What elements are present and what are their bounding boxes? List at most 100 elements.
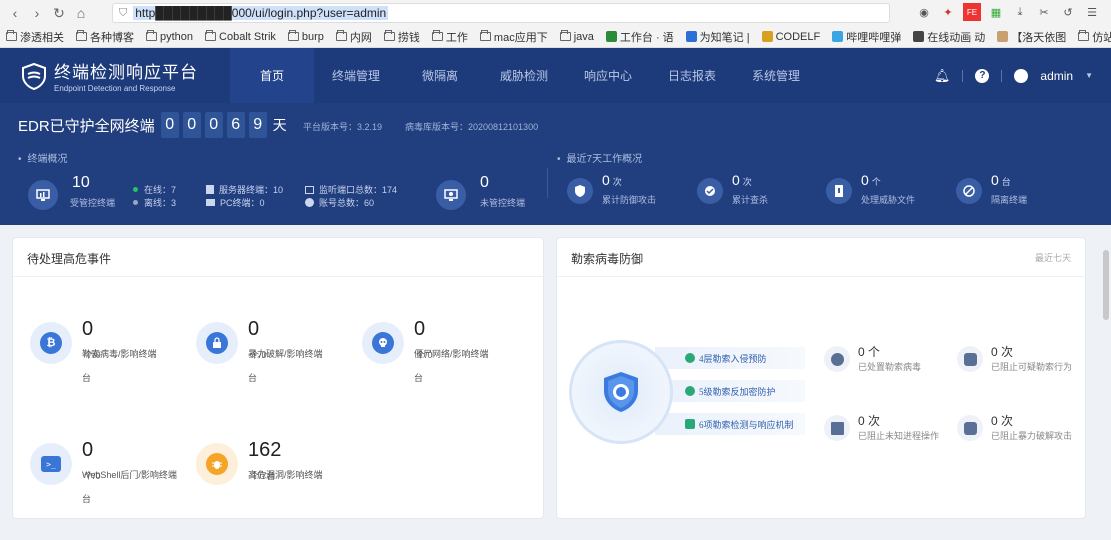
ransom-layer-4: 4层勒索入侵预防 (655, 347, 805, 369)
bell-icon[interactable]: 🔔︎ (934, 68, 951, 84)
download-icon[interactable]: ⤓ (1011, 3, 1029, 21)
bookmark-item[interactable]: 捞钱 (383, 29, 420, 45)
ransom-layer-5: 5级勒索反加密防护 (655, 380, 805, 402)
ransom-stat-handled-num: 0 个 (858, 345, 881, 359)
managed-label: 受管控终端 (70, 198, 116, 208)
bookmark-item[interactable]: 仿站工具箱 (1078, 29, 1111, 45)
week-overview-title: 最近7天工作概况 (557, 150, 643, 165)
bookmark-label: 哔哩哔哩弹 (846, 31, 902, 44)
ransom-range[interactable]: 最近七天 (1035, 251, 1071, 264)
back-icon[interactable]: ‹ (4, 2, 26, 24)
bookmark-item[interactable]: mac应用下 (479, 29, 548, 45)
bookmark-item[interactable]: 为知笔记 | (685, 29, 750, 45)
managed-count[interactable]: 10 (72, 174, 90, 192)
brand-subtitle: Endpoint Detection and Response (54, 84, 176, 93)
fe-extension-icon[interactable]: FE (963, 3, 981, 21)
page-scrollbar[interactable] (1103, 250, 1109, 320)
divider (13, 276, 545, 277)
unmanaged-monitor-icon (436, 180, 466, 210)
bookmark-site-icon (832, 31, 844, 42)
guard-digit: 0 (204, 112, 223, 138)
window-icon (824, 415, 850, 441)
event-vulnerability-num: 162 (248, 439, 282, 461)
bookmark-item[interactable]: burp (287, 30, 324, 43)
bookmark-item[interactable]: 渗透相关 (6, 29, 64, 45)
help-icon[interactable]: ? (975, 68, 990, 83)
week-kill-count[interactable]: 0次 (732, 172, 752, 188)
forward-icon[interactable]: › (26, 2, 48, 24)
unmanaged-count[interactable]: 0 (480, 174, 489, 192)
user-avatar-icon[interactable] (1014, 68, 1029, 83)
bookmark-item[interactable]: 工作 (431, 29, 468, 45)
ransom-shield-icon (604, 372, 638, 412)
brand-title: 终端检测响应平台 (54, 63, 198, 82)
shield-check-icon (567, 178, 593, 204)
bookmark-item[interactable]: Cobalt Strik (205, 30, 276, 43)
nav-system[interactable]: 系统管理 (734, 48, 818, 103)
bookmark-item[interactable]: CODELF (761, 30, 821, 43)
bookmark-label: burp (301, 30, 324, 43)
nav-response-center[interactable]: 响应中心 (566, 48, 650, 103)
cut-icon[interactable]: ✂ (1035, 3, 1053, 21)
week-file-count[interactable]: 0个 (861, 172, 881, 188)
folder-icon (335, 30, 347, 41)
offline-count: 离线：3 (133, 196, 176, 209)
nav-micro-isolation[interactable]: 微隔离 (398, 48, 482, 103)
user-name[interactable]: admin (1040, 69, 1073, 83)
bookmark-label: Cobalt Strik (219, 30, 276, 43)
bookmark-item[interactable]: 工作台 · 语 (605, 29, 674, 45)
ransom-stat-bruteforce-num: 0 次 (991, 414, 1014, 428)
bookmark-site-icon (913, 31, 925, 42)
divider (557, 276, 1087, 277)
week-kill-label: 累计查杀 (732, 195, 769, 205)
bookmark-item[interactable]: python (146, 30, 193, 43)
bookmark-item[interactable]: java (559, 30, 594, 43)
bookmarks-bar: 渗透相关 各种博客 python Cobalt Strik burp 内网 捞钱 工作 mac应… (0, 26, 1111, 48)
nav-terminal[interactable]: 终端管理 (314, 48, 398, 103)
bookmark-item[interactable]: 内网 (335, 29, 372, 45)
camera-icon[interactable]: ◉ (915, 3, 933, 21)
user-area: 🔔︎ ? admin ▼ (934, 48, 1093, 103)
qr-icon[interactable]: ▦ (987, 3, 1005, 21)
nav-log-report[interactable]: 日志报表 (650, 48, 734, 103)
event-botnet-num: 0 (414, 318, 426, 340)
reload-icon[interactable]: ↻ (48, 2, 70, 24)
bookmark-label: 在线动画 动 (927, 31, 986, 44)
week-defense-count[interactable]: 0次 (602, 172, 622, 188)
week-isolate-count[interactable]: 0台 (991, 172, 1011, 188)
bookmark-label: 捞钱 (397, 31, 420, 44)
bookmark-item[interactable]: 哔哩哔哩弹 (832, 29, 901, 45)
pc-count: PC终端：0 (206, 196, 265, 209)
event-ransomware-num: 0 (82, 318, 94, 340)
bookmark-item[interactable]: 各种博客 (76, 29, 134, 45)
bug-icon (196, 443, 238, 485)
port-icon (305, 185, 314, 194)
url-text[interactable]: http█████████000/ui/login.php?user=admin (133, 6, 389, 20)
bookmark-item[interactable]: 【洛天依图 (997, 29, 1066, 45)
week-defense-label: 累计防御攻击 (602, 195, 657, 205)
lock-icon (957, 415, 983, 441)
bookmark-label: 内网 (349, 31, 372, 44)
bookmark-label: CODELF (775, 30, 821, 43)
bookmark-item[interactable]: 在线动画 动 (913, 29, 985, 45)
server-text: 服务器终端：10 (219, 185, 284, 195)
bookmark-label: 仿站工具箱 (1092, 31, 1111, 44)
isolate-icon (956, 178, 982, 204)
chevron-down-icon[interactable]: ▼ (1085, 71, 1093, 80)
event-webshell-num: 0 (82, 439, 94, 461)
menu-icon[interactable]: ☰ (1083, 3, 1101, 21)
ransom-stat-unknown-num: 0 次 (858, 414, 881, 428)
pending-title: 待处理高危事件 (27, 252, 112, 266)
week-defense-num: 0 (602, 172, 610, 188)
guard-digit: 9 (248, 112, 267, 138)
ransom-stat-unknown-label: 已阻止未知进程操作 (858, 431, 940, 441)
home-icon[interactable]: ⌂ (70, 2, 92, 24)
address-bar[interactable]: ⛉ http█████████000/ui/login.php?user=adm… (112, 3, 890, 23)
extension-icon[interactable]: ✦ (939, 3, 957, 21)
terminal-overview-title: 终端概况 (18, 150, 68, 165)
nav-threat-detection[interactable]: 威胁检测 (482, 48, 566, 103)
nav-home[interactable]: 首页 (230, 48, 314, 103)
week-defense-unit: 次 (612, 177, 622, 187)
online-text: 在线：7 (144, 185, 177, 195)
undo-icon[interactable]: ↺ (1059, 3, 1077, 21)
